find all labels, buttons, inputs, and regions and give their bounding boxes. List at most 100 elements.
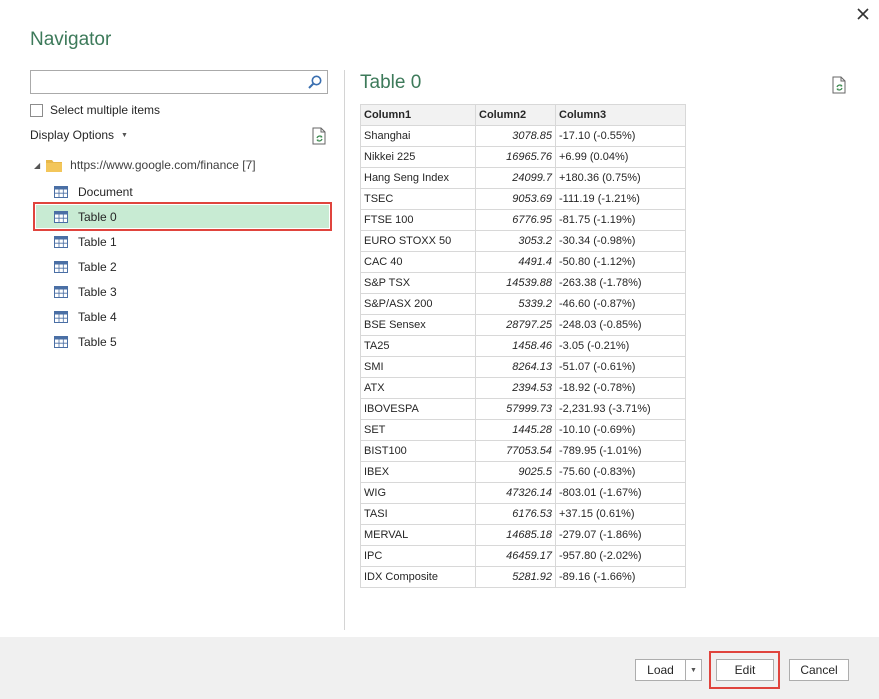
table-cell: EURO STOXX 50 xyxy=(360,230,476,252)
table-icon xyxy=(54,285,68,298)
table-cell: -803.01 (-1.67%) xyxy=(555,482,686,504)
table-cell: -18.92 (-0.78%) xyxy=(555,377,686,399)
edit-button[interactable]: Edit xyxy=(716,659,774,681)
table-icon xyxy=(54,185,68,198)
refresh-icon[interactable] xyxy=(831,76,847,94)
table-cell: MERVAL xyxy=(360,524,476,546)
caret-down-icon: ▼ xyxy=(690,666,697,674)
table-cell: 16965.76 xyxy=(475,146,556,168)
expand-triangle-icon[interactable]: ◢ xyxy=(34,161,40,170)
table-cell: 1458.46 xyxy=(475,335,556,357)
table-cell: -81.75 (-1.19%) xyxy=(555,209,686,231)
cancel-button[interactable]: Cancel xyxy=(789,659,849,681)
table-row: FTSE 100 6776.95 -81.75 (-1.19%) xyxy=(360,209,686,231)
table-cell: Nikkei 225 xyxy=(360,146,476,168)
tree-item-table-2[interactable]: Table 2 xyxy=(36,255,329,278)
preview-table: Column1 Column2 Column3 Shanghai 3078.85-… xyxy=(360,104,686,588)
table-cell: 5339.2 xyxy=(475,293,556,315)
table-cell: IBOVESPA xyxy=(360,398,476,420)
table-cell: -50.80 (-1.12%) xyxy=(555,251,686,273)
table-row: MERVAL 14685.18 -279.07 (-1.86%) xyxy=(360,524,686,546)
table-cell: -2,231.93 (-3.71%) xyxy=(555,398,686,420)
pane-divider[interactable] xyxy=(344,70,345,630)
table-cell: SET xyxy=(360,419,476,441)
tree-item-document[interactable]: Document xyxy=(36,180,329,203)
table-cell: IDX Composite xyxy=(360,566,476,588)
table-cell: IPC xyxy=(360,545,476,567)
table-cell: SMI xyxy=(360,356,476,378)
search-icon[interactable] xyxy=(307,74,323,90)
table-cell: -789.95 (-1.01%) xyxy=(555,440,686,462)
close-icon[interactable] xyxy=(857,8,869,20)
close-button[interactable] xyxy=(851,3,875,25)
tree-item-table-3[interactable]: Table 3 xyxy=(36,280,329,303)
table-cell: BIST100 xyxy=(360,440,476,462)
table-row: S&P/ASX 200 5339.2 -46.60 (-0.87%) xyxy=(360,293,686,315)
table-cell: ATX xyxy=(360,377,476,399)
select-multiple-items[interactable]: Select multiple items xyxy=(30,103,160,117)
table-cell: 6776.95 xyxy=(475,209,556,231)
search-box[interactable] xyxy=(30,70,328,94)
tree-item-label: Table 1 xyxy=(78,234,117,249)
table-cell: FTSE 100 xyxy=(360,209,476,231)
table-row: ATX 2394.53 -18.92 (-0.78%) xyxy=(360,377,686,399)
tree-item-label: Table 2 xyxy=(78,259,117,274)
dialog-title: Navigator xyxy=(30,29,112,50)
tree-item-table-5[interactable]: Table 5 xyxy=(36,330,329,353)
table-cell: -279.07 (-1.86%) xyxy=(555,524,686,546)
table-cell: BSE Sensex xyxy=(360,314,476,336)
table-cell: -957.80 (-2.02%) xyxy=(555,545,686,567)
tree-item-table-4[interactable]: Table 4 xyxy=(36,305,329,328)
select-multiple-label: Select multiple items xyxy=(50,103,161,117)
select-multiple-checkbox[interactable] xyxy=(30,103,43,117)
table-icon xyxy=(54,335,68,348)
table-cell: 1445.28 xyxy=(475,419,556,441)
table-cell: TSEC xyxy=(360,188,476,210)
table-cell: 77053.54 xyxy=(475,440,556,462)
table-icon xyxy=(54,260,68,273)
column-header: Column1 xyxy=(360,104,476,126)
table-row: TA25 1458.46 -3.05 (-0.21%) xyxy=(360,335,686,357)
table-row: WIG 47326.14 -803.01 (-1.67%) xyxy=(360,482,686,504)
load-dropdown-button[interactable]: ▼ xyxy=(685,659,702,681)
tree-root-label: https://www.google.com/finance [7] xyxy=(70,158,256,172)
tree-item-label: Table 0 xyxy=(78,209,117,224)
table-icon xyxy=(54,210,68,223)
tree-item-table-0[interactable]: Table 0 xyxy=(33,202,332,231)
table-row: Hang Seng Index 24099.7 +180.36 (0.75%) xyxy=(360,167,686,189)
tree-item-table-1[interactable]: Table 1 xyxy=(36,230,329,253)
load-button[interactable]: Load xyxy=(635,659,686,681)
table-cell: WIG xyxy=(360,482,476,504)
table-row: SMI 8264.13 -51.07 (-0.61%) xyxy=(360,356,686,378)
caret-down-icon: ▼ xyxy=(121,131,128,139)
table-cell: 9053.69 xyxy=(475,188,556,210)
table-row: IBEX 9025.5 -75.60 (-0.83%) xyxy=(360,461,686,483)
table-icon xyxy=(54,310,68,323)
table-cell: -263.38 (-1.78%) xyxy=(555,272,686,294)
table-cell: TASI xyxy=(360,503,476,525)
table-row: SET 1445.28 -10.10 (-0.69%) xyxy=(360,419,686,441)
table-cell: 14539.88 xyxy=(475,272,556,294)
table-row: Shanghai 3078.85 -17.10 (-0.55%) xyxy=(360,125,686,147)
column-header: Column3 xyxy=(555,104,686,126)
table-cell: -89.16 (-1.66%) xyxy=(555,566,686,588)
table-cell: 4491.4 xyxy=(475,251,556,273)
search-input[interactable] xyxy=(31,71,301,93)
tree-root-node[interactable]: ◢ https://www.google.com/finance [7] xyxy=(34,158,256,172)
tree-item-label: Table 5 xyxy=(78,334,117,349)
table-row: IBOVESPA 57999.73 -2,231.93 (-3.71%) xyxy=(360,398,686,420)
table-cell: 9025.5 xyxy=(475,461,556,483)
table-row: IDX Composite 5281.92 -89.16 (-1.66%) xyxy=(360,566,686,588)
table-icon xyxy=(54,235,68,248)
table-row: S&P TSX 14539.88 -263.38 (-1.78%) xyxy=(360,272,686,294)
folder-icon xyxy=(46,159,63,172)
table-cell: -75.60 (-0.83%) xyxy=(555,461,686,483)
table-row: CAC 40 4491.4 -50.80 (-1.12%) xyxy=(360,251,686,273)
refresh-icon[interactable] xyxy=(311,127,327,145)
display-options-dropdown[interactable]: Display Options ▼ xyxy=(30,128,128,142)
table-cell: Shanghai xyxy=(360,125,476,147)
table-cell: -3.05 (-0.21%) xyxy=(555,335,686,357)
table-cell: +37.15 (0.61%) xyxy=(555,503,686,525)
table-cell: 6176.53 xyxy=(475,503,556,525)
table-cell: -248.03 (-0.85%) xyxy=(555,314,686,336)
